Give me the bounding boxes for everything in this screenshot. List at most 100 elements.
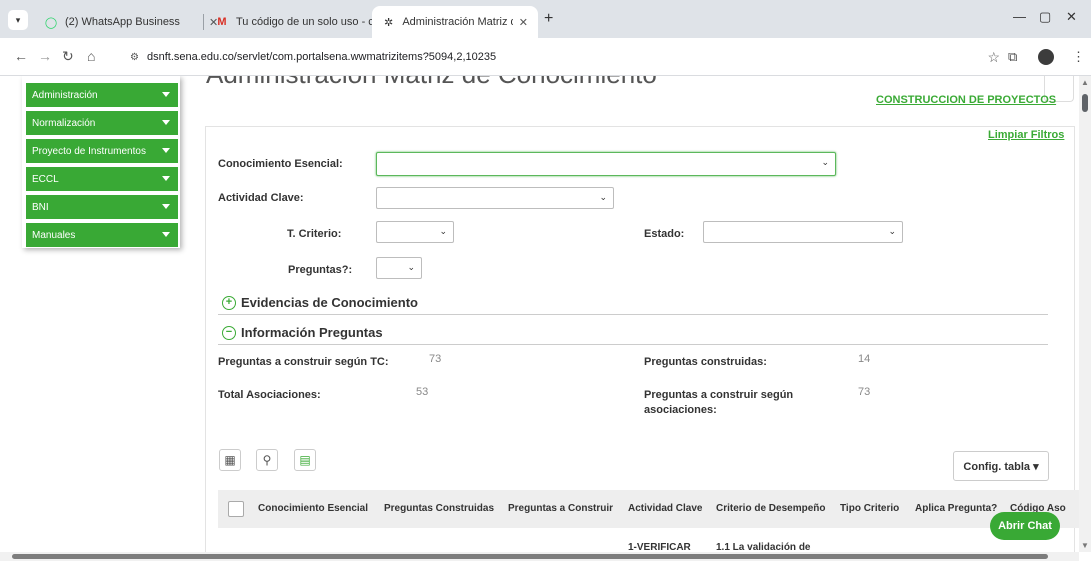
select-all-checkbox[interactable] — [228, 501, 244, 517]
caret-down-icon — [162, 92, 170, 97]
page-content: Administración Matriz de Conocimiento CO… — [0, 76, 1079, 552]
home-icon[interactable]: ⌂ — [87, 48, 95, 64]
page-title: Administración Matriz de Conocimiento — [206, 76, 657, 90]
side-menu: Administración Normalización Proyecto de… — [22, 76, 180, 248]
browser-toolbar: ← → ↻ ⌂ ⚙ dsnft.sena.edu.co/servlet/com.… — [0, 38, 1091, 76]
search-button[interactable]: ⚲ — [256, 449, 278, 471]
scrollbar-thumb[interactable] — [12, 554, 1048, 559]
window-close-icon[interactable]: ✕ — [1066, 9, 1077, 25]
informacion-section-toggle[interactable]: − Información Preguntas — [222, 325, 383, 340]
preguntas-tc-label: Preguntas a construir según TC: — [218, 356, 389, 368]
forward-icon[interactable]: → — [38, 48, 52, 64]
grid-export-icon: ▦ — [224, 453, 236, 467]
col-conocimiento[interactable]: Conocimiento Esencial — [258, 503, 368, 514]
construidas-value: 14 — [858, 353, 871, 365]
estado-label: Estado: — [644, 228, 685, 240]
tab-search-icon[interactable]: ▾ — [8, 10, 28, 30]
document-button[interactable]: ▤ — [294, 449, 316, 471]
minus-circle-icon: − — [222, 325, 236, 340]
section-title: Evidencias de Conocimiento — [241, 295, 418, 310]
menu-item-administracion[interactable]: Administración — [26, 83, 178, 107]
back-icon[interactable]: ← — [14, 48, 28, 64]
bookmark-star-icon[interactable]: ☆ — [987, 49, 1000, 66]
col-aplica-pregunta[interactable]: Aplica Pregunta? — [915, 503, 997, 514]
criterio-label: T. Criterio: — [287, 228, 342, 240]
plus-circle-icon: + — [222, 295, 236, 310]
divider — [218, 344, 1048, 345]
address-bar[interactable]: ⚙ dsnft.sena.edu.co/servlet/com.portalse… — [120, 44, 1000, 70]
scroll-up-icon[interactable]: ▲ — [1081, 78, 1089, 87]
tab-title: Tu código de un solo uso - cla — [236, 16, 374, 28]
chevron-down-icon: ⌄ — [439, 226, 447, 236]
col-preguntas-construir[interactable]: Preguntas a Construir — [508, 503, 613, 514]
tab-separator — [203, 14, 204, 30]
tab-gmail[interactable]: M Tu código de un solo uso - cla ✕ — [205, 6, 399, 38]
conocimiento-label: Conocimiento Esencial: — [218, 158, 343, 170]
open-chat-button[interactable]: Abrir Chat — [990, 512, 1060, 540]
chevron-down-icon: ⌄ — [821, 157, 829, 167]
total-asociaciones-value: 53 — [416, 386, 429, 398]
conocimiento-select[interactable]: ⌄ — [376, 152, 836, 176]
menu-item-bni[interactable]: BNI — [26, 195, 178, 219]
url-text: dsnft.sena.edu.co/servlet/com.portalsena… — [146, 51, 497, 63]
sena-icon: ✲ — [384, 16, 394, 29]
minimize-icon[interactable]: — — [1013, 9, 1026, 24]
divider — [218, 314, 1048, 315]
evidencias-section-toggle[interactable]: + Evidencias de Conocimiento — [222, 295, 418, 310]
col-preguntas-construidas[interactable]: Preguntas Construidas — [384, 503, 494, 514]
construidas-label: Preguntas construidas: — [644, 356, 767, 368]
row-criterio-desempeno: 1.1 La validación de — [716, 542, 811, 552]
actividad-label: Actividad Clave: — [218, 192, 304, 204]
caret-down-icon — [162, 120, 170, 125]
scrollbar-thumb[interactable] — [1082, 94, 1088, 112]
actividad-select[interactable]: ⌄ — [376, 187, 614, 209]
col-tipo-criterio[interactable]: Tipo Criterio — [840, 503, 899, 514]
avatar[interactable] — [1038, 49, 1054, 65]
caret-down-icon — [162, 148, 170, 153]
construir-asociaciones-label: Preguntas a construir según asociaciones… — [644, 389, 794, 416]
construir-asociaciones-value: 73 — [858, 386, 871, 398]
menu-item-label: Administración — [32, 89, 98, 101]
vertical-scrollbar[interactable]: ▲ ▼ — [1079, 76, 1091, 552]
menu-item-label: ECCL — [32, 173, 59, 185]
new-tab-icon[interactable]: + — [544, 10, 553, 28]
tab-administracion[interactable]: ✲ Administración Matriz de Cono ✕ — [372, 6, 538, 38]
row-actividad-clave: 1-VERIFICAR — [628, 542, 691, 552]
export-button[interactable]: ▦ — [219, 449, 241, 471]
tab-title: Administración Matriz de Cono — [402, 16, 512, 28]
caret-down-icon — [162, 204, 170, 209]
menu-item-normalizacion[interactable]: Normalización — [26, 111, 178, 135]
horizontal-scrollbar[interactable] — [0, 552, 1079, 561]
project-link[interactable]: CONSTRUCCION DE PROYECTOS — [876, 94, 1056, 106]
preguntas-select[interactable]: ⌄ — [376, 257, 422, 279]
preguntas-tc-value: 73 — [429, 353, 442, 365]
menu-item-label: Proyecto de Instrumentos — [32, 145, 146, 157]
close-icon[interactable]: ✕ — [519, 16, 528, 29]
clear-filters-link[interactable]: Limpiar Filtros — [988, 129, 1064, 141]
menu-item-label: BNI — [32, 201, 49, 213]
col-actividad-clave[interactable]: Actividad Clave — [628, 503, 702, 514]
restore-icon[interactable]: ▢ — [1039, 9, 1051, 25]
tab-whatsapp[interactable]: ◯ (2) WhatsApp Business ✕ — [34, 6, 228, 38]
menu-item-manuales[interactable]: Manuales — [26, 223, 178, 247]
chevron-down-icon: ⌄ — [599, 192, 607, 202]
caret-down-icon — [162, 232, 170, 237]
browser-menu-icon[interactable]: ⋮ — [1072, 49, 1085, 65]
search-icon: ⚲ — [262, 453, 272, 467]
section-title: Información Preguntas — [241, 325, 383, 340]
menu-item-proyecto[interactable]: Proyecto de Instrumentos — [26, 139, 178, 163]
estado-select[interactable]: ⌄ — [703, 221, 903, 243]
document-check-icon: ▤ — [299, 453, 311, 467]
config-table-button[interactable]: Config. tabla ▾ — [953, 451, 1049, 481]
col-criterio-desempeno[interactable]: Criterio de Desempeño — [716, 503, 825, 514]
gmail-icon: M — [217, 16, 227, 28]
criterio-select[interactable]: ⌄ — [376, 221, 454, 243]
reload-icon[interactable]: ↻ — [62, 48, 74, 65]
menu-item-eccl[interactable]: ECCL — [26, 167, 178, 191]
preguntas-label: Preguntas?: — [288, 264, 353, 276]
site-info-icon[interactable]: ⚙ — [130, 52, 139, 63]
browser-tab-bar: ▾ ◯ (2) WhatsApp Business ✕ M Tu código … — [0, 0, 1091, 38]
scroll-down-icon[interactable]: ▼ — [1081, 541, 1089, 550]
extensions-icon[interactable]: ⧉ — [1008, 49, 1017, 65]
whatsapp-icon: ◯ — [44, 16, 58, 29]
